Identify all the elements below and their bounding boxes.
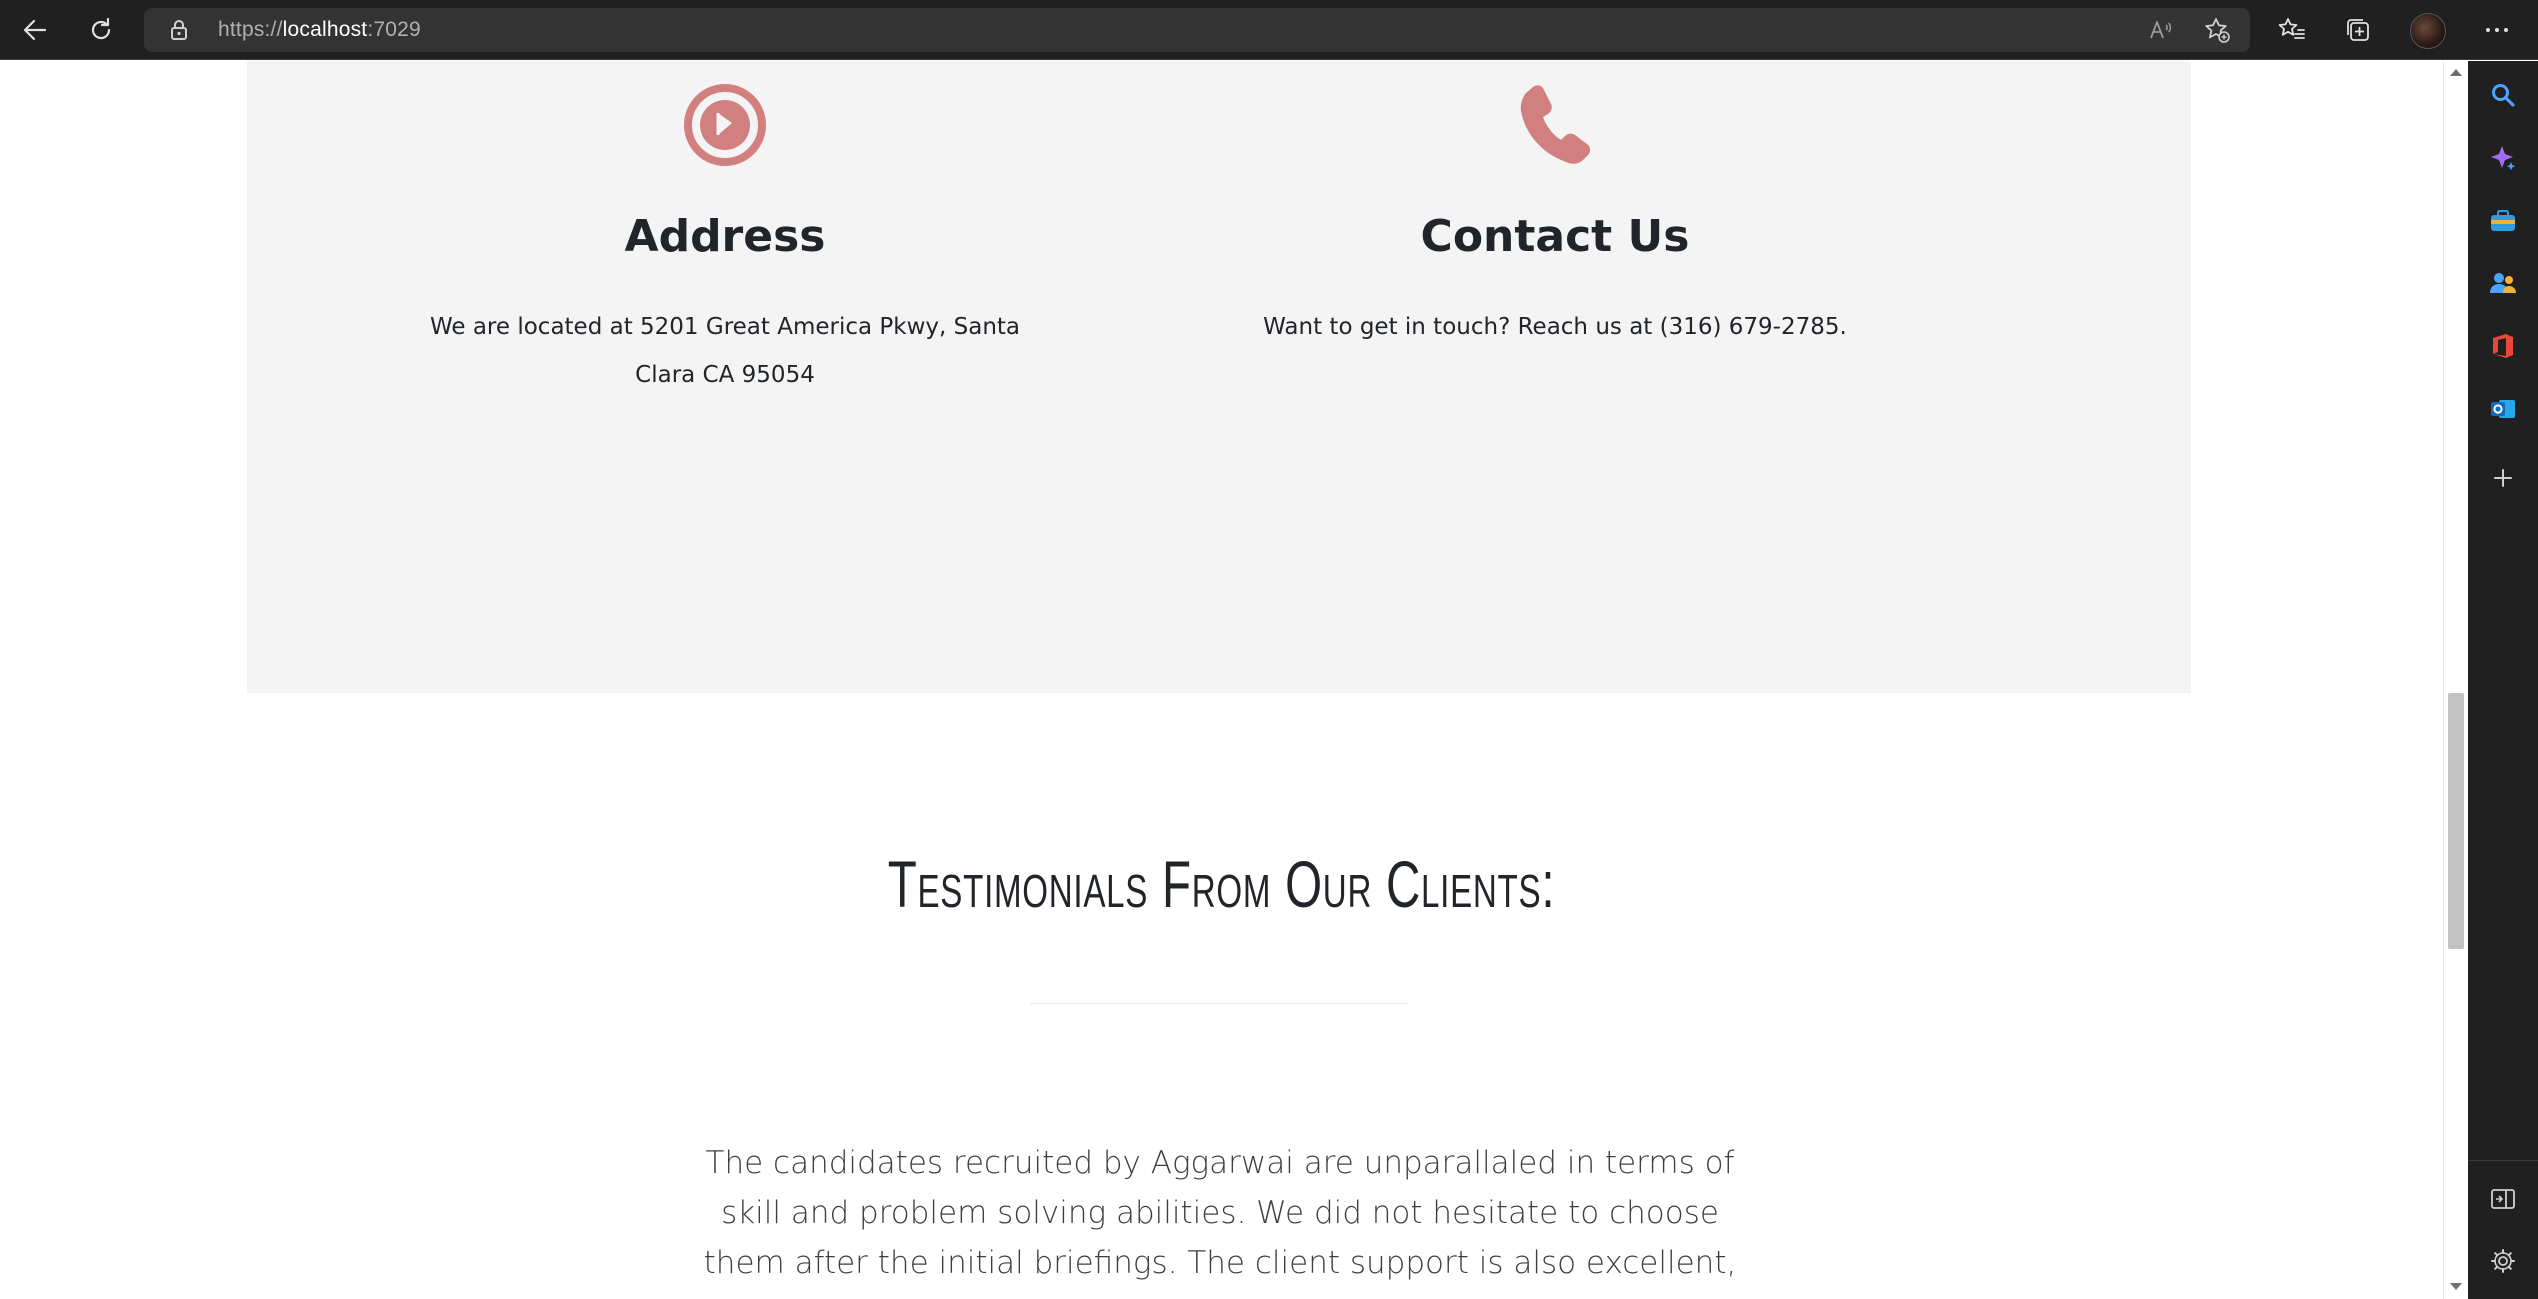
more-button[interactable]: [2481, 14, 2513, 46]
favorites-button[interactable]: [2276, 14, 2308, 46]
tools-icon: [2491, 210, 2515, 231]
testimonial-quote: The candidates recruited by Aggarwai are…: [703, 1145, 1737, 1299]
heading-divider: [1030, 1003, 1408, 1004]
info-panel: Address We are located at 5201 Great Ame…: [247, 61, 2191, 693]
copilot-icon: [2491, 146, 2516, 171]
sidebar-copilot-button[interactable]: [2487, 142, 2519, 174]
refresh-button[interactable]: [83, 12, 119, 48]
profile-avatar[interactable]: [2410, 13, 2446, 49]
url-scheme: https://: [218, 18, 283, 41]
url-host: localhost: [282, 18, 368, 41]
back-icon: [23, 19, 47, 41]
url-port: :7029: [367, 18, 421, 41]
phone-icon: [1520, 85, 1591, 164]
sidebar-tools-button[interactable]: [2487, 205, 2519, 237]
outlook-icon: [2491, 400, 2515, 418]
page-scrollbar[interactable]: [2443, 61, 2467, 1299]
sidebar-add-button[interactable]: [2487, 462, 2519, 494]
scroll-up-arrow[interactable]: [2450, 69, 2462, 76]
address-text: We are located at 5201 Great America Pkw…: [429, 314, 1021, 388]
refresh-icon: [91, 17, 111, 40]
sidebar-outlook-button[interactable]: [2487, 393, 2519, 425]
search-icon: [2492, 84, 2515, 107]
split-screen-icon: [2491, 1189, 2515, 1209]
lock-icon[interactable]: [170, 19, 188, 41]
edge-sidebar: [2468, 61, 2538, 1299]
sidebar-split-button[interactable]: [2487, 1183, 2519, 1215]
back-button[interactable]: [17, 12, 53, 48]
more-icon: [2486, 28, 2508, 32]
add-favorite-icon: [2205, 18, 2230, 43]
read-aloud-button[interactable]: [2148, 17, 2174, 43]
address-title: Address: [624, 211, 826, 262]
sidebar-search-button[interactable]: [2487, 79, 2519, 111]
collections-icon: [2347, 19, 2369, 41]
sidebar-office-button[interactable]: [2487, 330, 2519, 362]
contact-title: Contact Us: [1420, 211, 1690, 262]
add-favorite-button[interactable]: [2204, 17, 2230, 43]
scroll-thumb[interactable]: [2448, 693, 2464, 949]
read-aloud-icon: [2150, 21, 2172, 39]
url-text[interactable]: https://localhost:7029: [218, 18, 421, 42]
office-icon: [2493, 334, 2513, 358]
web-page: Address We are located at 5201 Great Ame…: [0, 61, 2443, 1299]
map-pin-icon: [684, 84, 766, 166]
browser-toolbar: https://localhost:7029: [0, 0, 2538, 60]
sidebar-divider: [2468, 1160, 2538, 1161]
settings-icon: [2491, 1249, 2515, 1273]
address-bar[interactable]: https://localhost:7029: [144, 8, 2250, 52]
scroll-down-arrow[interactable]: [2450, 1283, 2462, 1290]
people-icon: [2490, 273, 2516, 293]
contact-text: Want to get in touch? Reach us at (316) …: [1263, 314, 1847, 340]
sidebar-settings-button[interactable]: [2487, 1245, 2519, 1277]
sidebar-people-button[interactable]: [2487, 267, 2519, 299]
add-icon: [2494, 469, 2512, 487]
testimonials-heading: Testimonials From Our Clients:: [887, 847, 1556, 921]
collections-button[interactable]: [2342, 14, 2374, 46]
favorites-icon: [2278, 18, 2305, 39]
